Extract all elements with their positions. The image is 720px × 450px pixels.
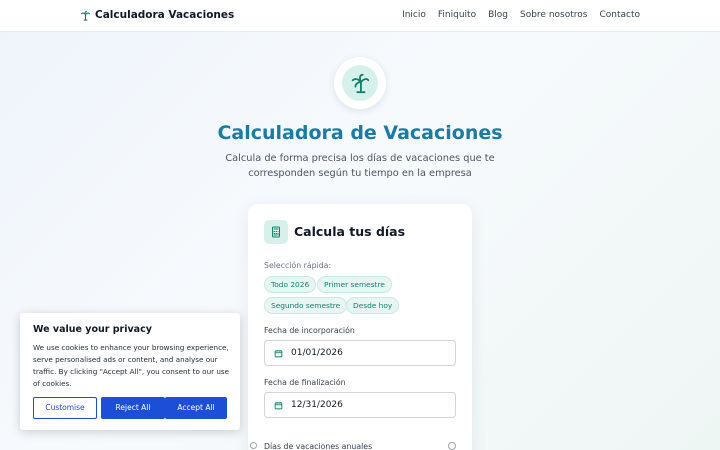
main-nav: Inicio Finiquito Blog Sobre nosotros Con… <box>390 10 640 20</box>
nav-contacto[interactable]: Contacto <box>599 10 640 20</box>
cookie-consent-banner: We value your privacy We use cookies to … <box>20 313 240 430</box>
accept-all-button[interactable]: Accept All <box>165 397 227 419</box>
calculator-icon <box>272 226 280 238</box>
card-icon-badge <box>264 220 288 244</box>
start-date-value: 01/01/2026 <box>291 348 343 358</box>
nav-blog[interactable]: Blog <box>488 10 508 20</box>
start-date-field[interactable]: 01/01/2026 <box>264 340 456 366</box>
chip-segundo-semestre[interactable]: Segundo semestre <box>264 297 348 314</box>
chip-desde-hoy[interactable]: Desde hoy <box>346 297 400 314</box>
brand-name: Calculadora Vacaciones <box>95 9 235 21</box>
cookie-text: We use cookies to enhance your browsing … <box>33 343 230 388</box>
site-header: Calculadora Vacaciones Inicio Finiquito … <box>0 0 720 32</box>
cookie-title: We value your privacy <box>33 324 152 335</box>
reject-all-button[interactable]: Reject All <box>101 397 165 419</box>
chip-primer-semestre[interactable]: Primer semestre <box>317 276 392 293</box>
quick-select-label: Selección rápida: <box>264 261 332 270</box>
calendar-icon <box>274 349 283 357</box>
annual-days-label: Días de vacaciones anuales <box>264 442 373 450</box>
customise-button[interactable]: Customise <box>33 397 97 419</box>
brand-logo[interactable]: Calculadora Vacaciones <box>80 9 234 21</box>
page-subtitle: Calcula de forma precisa los días de vac… <box>225 153 495 179</box>
nav-finiquito[interactable]: Finiquito <box>438 10 476 20</box>
info-icon <box>250 442 257 449</box>
palm-tree-icon <box>80 10 91 21</box>
hero-badge <box>334 57 386 109</box>
palm-tree-icon <box>351 73 370 94</box>
end-date-label: Fecha de finalización <box>264 378 346 387</box>
end-date-value: 12/31/2026 <box>291 400 343 410</box>
end-date-field[interactable]: 12/31/2026 <box>264 392 456 418</box>
calendar-icon <box>274 401 283 409</box>
chip-todo-2026[interactable]: Todo 2026 <box>264 276 317 293</box>
nav-sobre-nosotros[interactable]: Sobre nosotros <box>520 10 587 20</box>
start-date-label: Fecha de incorporación <box>264 326 355 335</box>
help-icon[interactable] <box>448 442 456 450</box>
card-title: Calcula tus días <box>294 224 406 239</box>
calculator-card: Calcula tus días Selección rápida: Todo … <box>248 204 472 450</box>
nav-inicio[interactable]: Inicio <box>402 10 426 20</box>
page-title: Calculadora de Vacaciones <box>217 122 503 144</box>
